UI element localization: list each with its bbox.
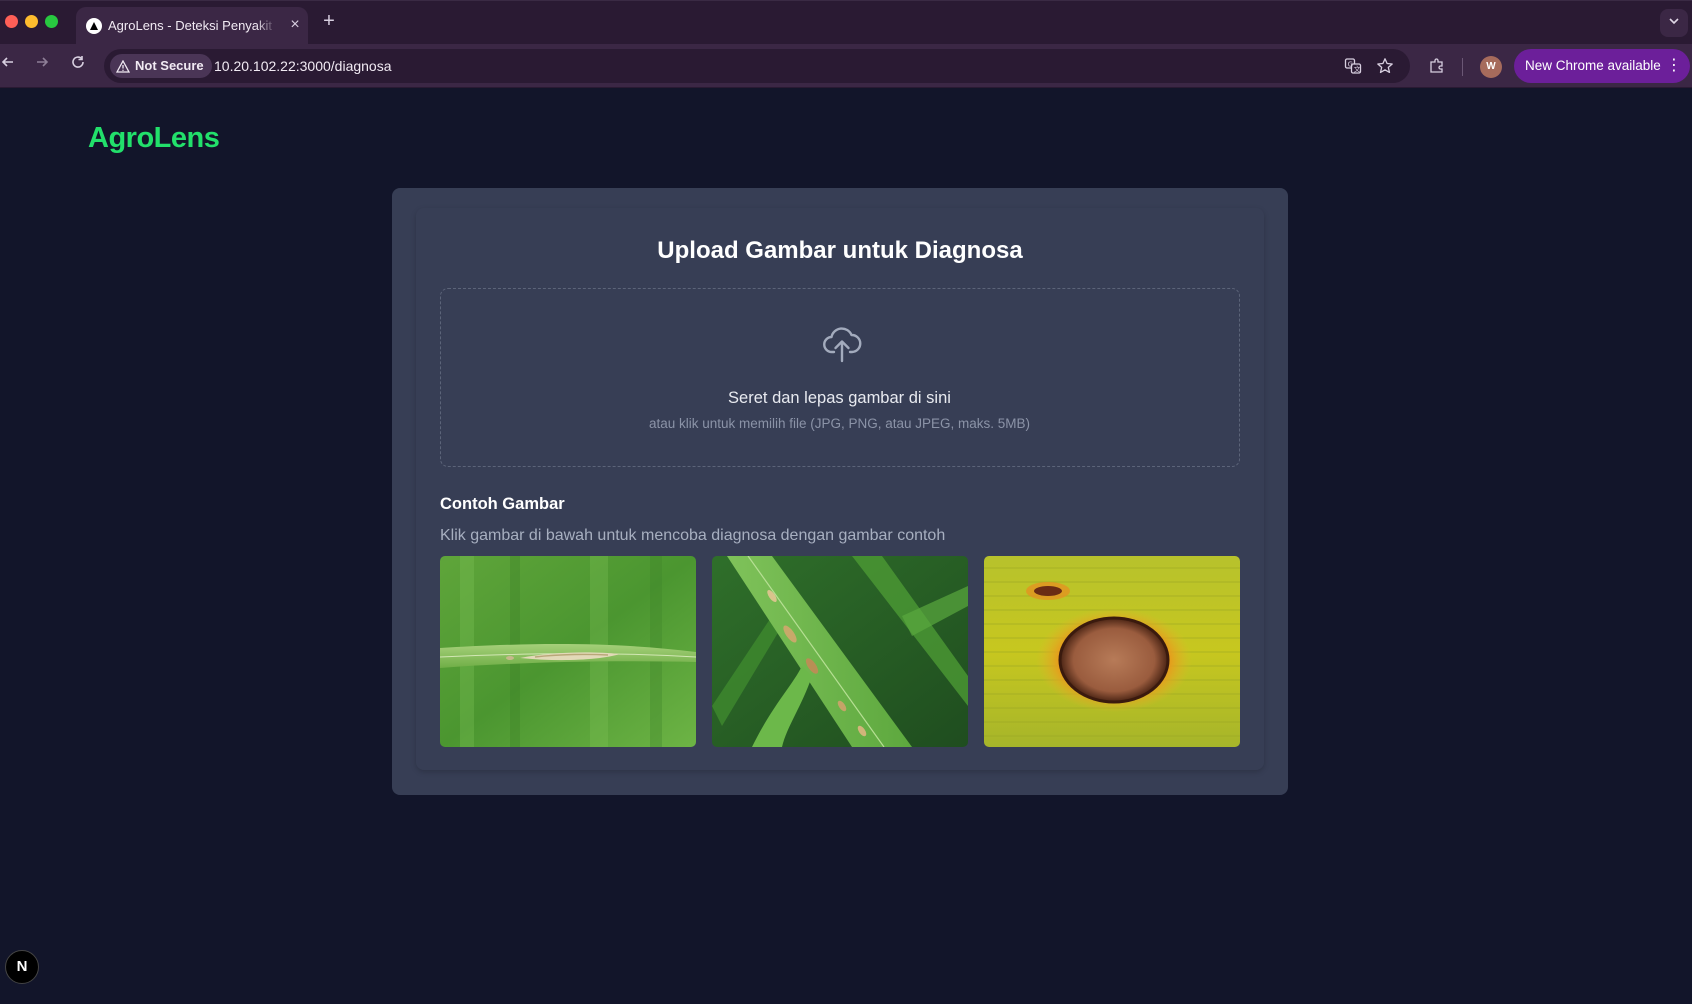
maximize-window-button[interactable] [45,15,58,28]
toolbar-divider [1462,58,1463,76]
examples-heading: Contoh Gambar [440,495,565,513]
minimize-window-button[interactable] [25,15,38,28]
security-label: Not Secure [135,58,204,73]
update-label: New Chrome available [1525,58,1661,73]
arrow-left-icon [1,57,13,67]
tab-search-button[interactable] [1660,9,1688,37]
favicon-icon [86,18,102,34]
forward-button[interactable] [30,54,54,78]
page-title: Upload Gambar untuk Diagnosa [657,237,1023,264]
svg-text:文: 文 [1354,65,1361,74]
upload-card: Upload Gambar untuk Diagnosa Seret dan l… [392,188,1288,795]
bookmark-star-icon[interactable] [1376,57,1394,75]
svg-text:G: G [1348,61,1353,69]
dropzone-title: Seret dan lepas gambar di sini [728,389,951,407]
chrome-update-button[interactable]: New Chrome available ⋮ [1514,49,1690,83]
example-image-leaf-blast[interactable] [440,556,696,747]
browser-toolbar: Not Secure 10.20.102.22:3000/diagnosa G文… [0,44,1692,88]
example-image-brown-spot[interactable] [712,556,968,747]
translate-icon[interactable]: G文 [1344,57,1362,75]
warning-icon [116,59,130,73]
browser-tab-bar: AgroLens - Deteksi Penyakit Tanaman × + [0,0,1692,45]
security-chip[interactable]: Not Secure [110,54,212,78]
browser-tab-active[interactable]: AgroLens - Deteksi Penyakit Tanaman × [76,7,308,45]
reload-button[interactable] [66,54,90,78]
cloud-upload-icon [823,327,862,363]
more-menu-icon[interactable]: ⋮ [1666,49,1682,83]
close-window-button[interactable] [5,15,18,28]
examples-description: Klik gambar di bawah untuk mencoba diagn… [440,527,946,544]
profile-avatar[interactable]: W [1480,56,1502,78]
nextjs-dev-indicator[interactable]: N [5,950,39,984]
back-button[interactable] [0,54,20,78]
url-text[interactable]: 10.20.102.22:3000/diagnosa [214,58,392,74]
image-dropzone[interactable]: Seret dan lepas gambar di sini atau klik… [440,288,1240,467]
tab-title: AgroLens - Deteksi Penyakit Tanaman [108,18,276,33]
new-tab-button[interactable]: + [318,10,340,32]
app-logo[interactable]: AgroLens [88,122,220,155]
arrow-right-icon [37,57,49,67]
example-image-leaf-spot[interactable] [984,556,1240,747]
extensions-puzzle-icon[interactable] [1428,57,1446,75]
reload-icon [72,56,84,68]
chevron-down-icon [1669,18,1679,25]
tab-close-icon[interactable]: × [286,16,304,34]
dropzone-hint: atau klik untuk memilih file (JPG, PNG, … [648,416,1031,431]
address-bar[interactable]: Not Secure 10.20.102.22:3000/diagnosa G文 [104,49,1410,83]
